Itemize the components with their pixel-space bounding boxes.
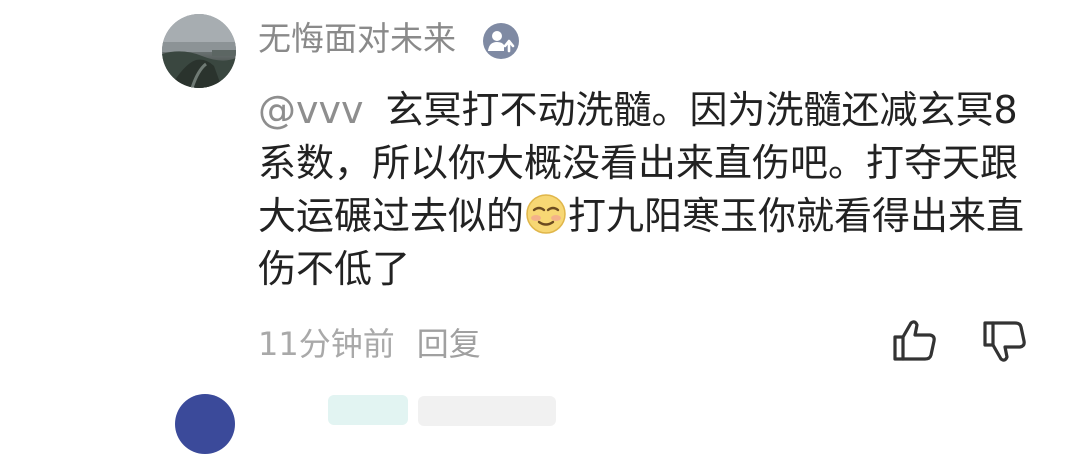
avatar[interactable] — [162, 14, 236, 88]
thumbs-down-icon[interactable] — [980, 317, 1030, 367]
timestamp: 11分钟前 — [258, 325, 395, 363]
next-comment-tag — [328, 395, 408, 425]
next-comment-tag — [418, 396, 556, 426]
thumbs-up-icon[interactable] — [890, 315, 940, 365]
mention-link[interactable]: @vvv — [258, 88, 363, 132]
user-upload-badge-icon — [482, 22, 520, 60]
next-comment-avatar[interactable] — [175, 394, 235, 454]
smug-face-emoji-icon — [525, 193, 567, 235]
reply-button[interactable]: 回复 — [417, 325, 481, 363]
landscape-avatar-image — [162, 14, 236, 88]
comment-item: 无悔面对未来 @vvv 玄冥打不动洗髓。因为洗髓还减玄冥8系数，所以你大概没看出来… — [0, 0, 1080, 454]
comment-body: @vvv 玄冥打不动洗髓。因为洗髓还减玄冥8系数，所以你大概没看出来直伤吧。打夺天… — [258, 84, 1038, 296]
username[interactable]: 无悔面对未来 — [258, 14, 456, 64]
comment-meta: 11分钟前 回复 — [258, 321, 481, 367]
